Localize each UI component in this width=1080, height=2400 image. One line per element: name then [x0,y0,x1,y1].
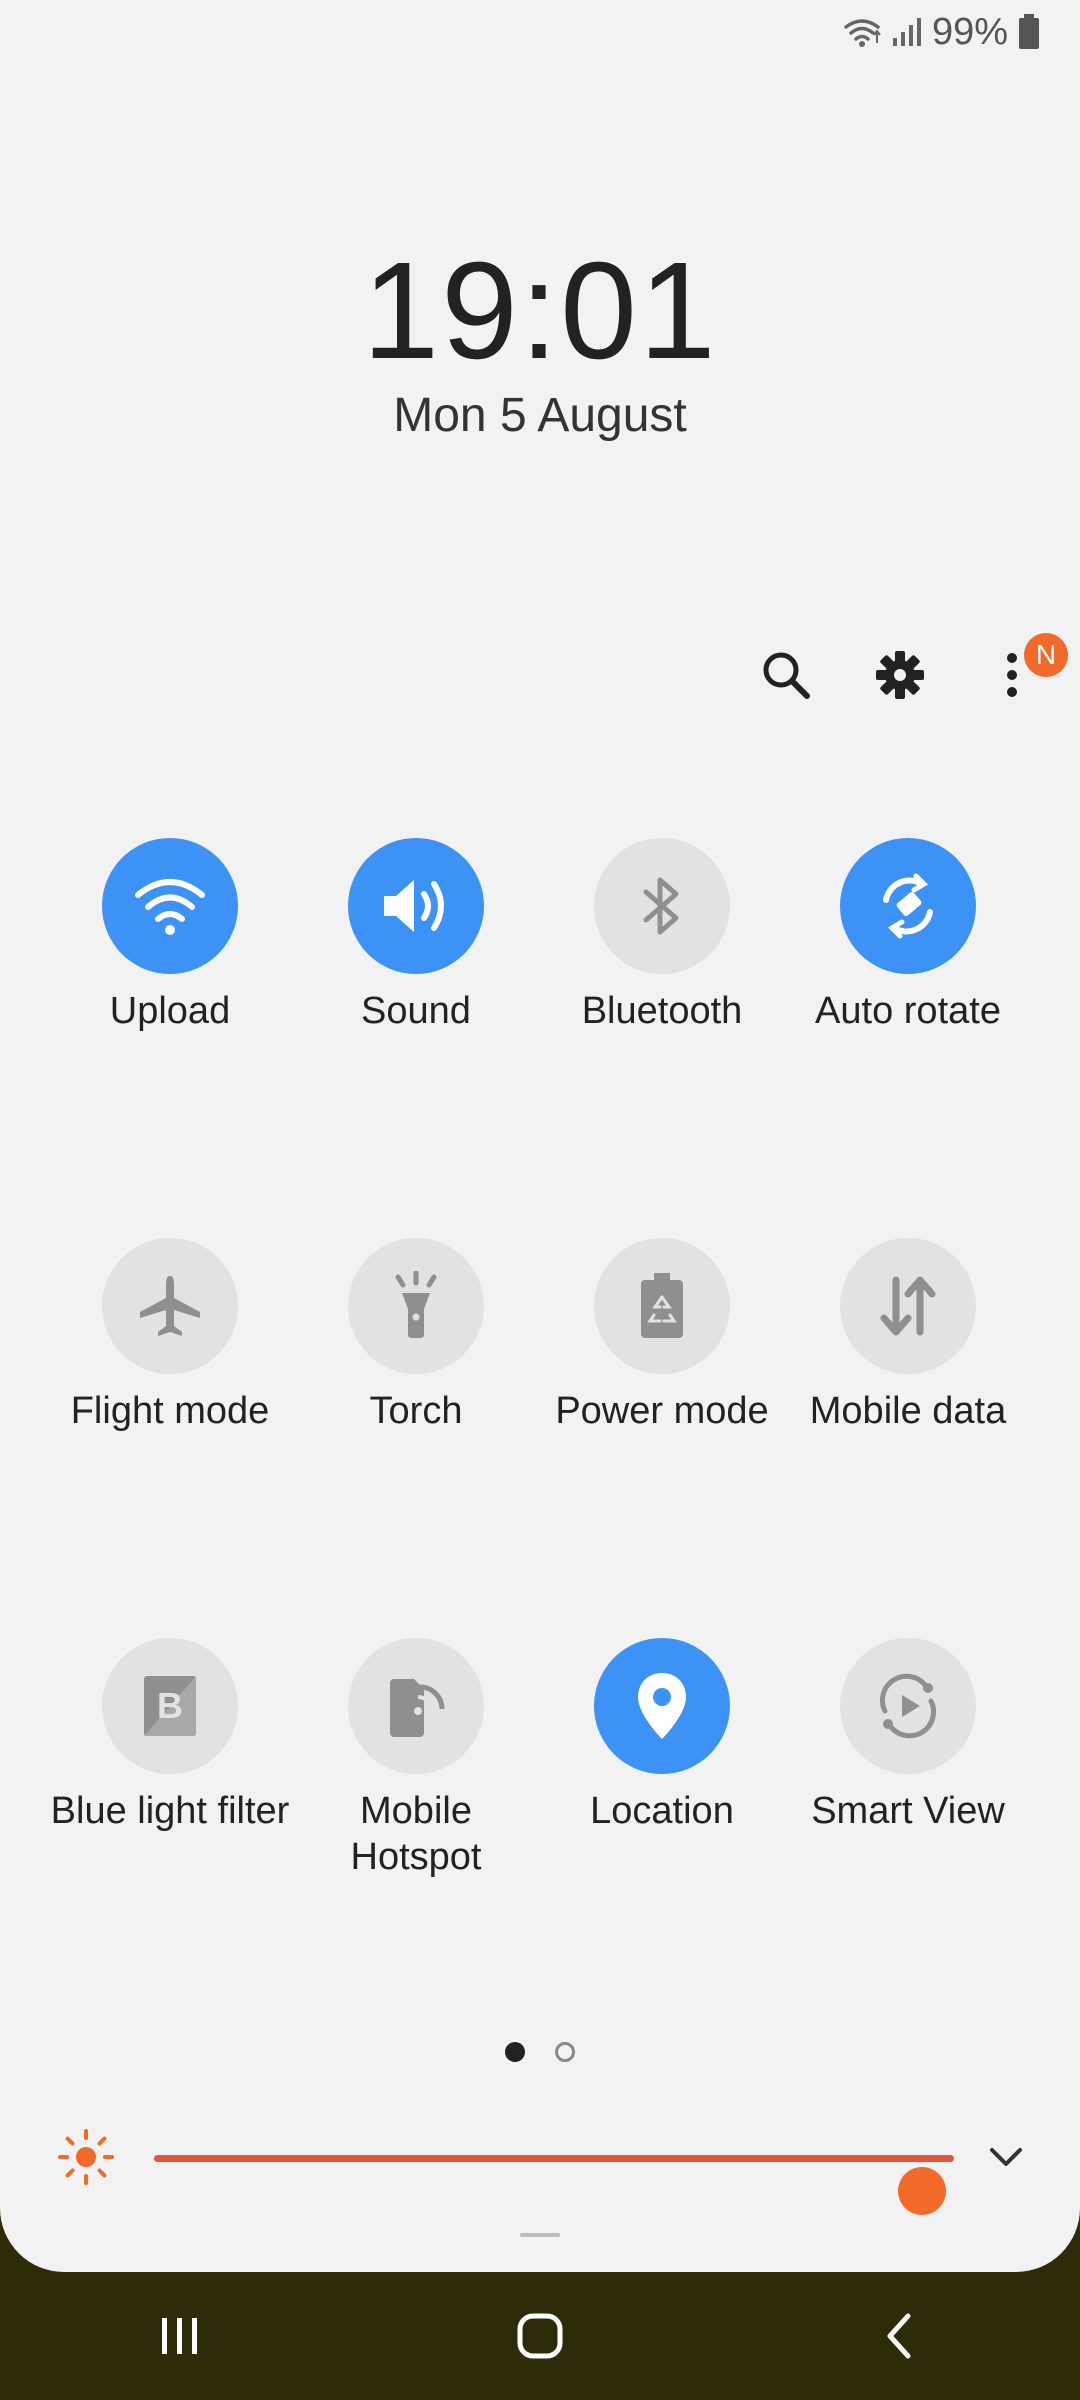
signal-icon [892,16,922,48]
page-dot-2[interactable] [555,2042,575,2062]
brightness-sun-icon [58,2129,114,2185]
tile-bluetooth[interactable]: Bluetooth [539,838,785,1238]
settings-button[interactable] [870,645,930,705]
tile-label: Bluetooth [581,990,743,1032]
tile-flight-mode-toggle[interactable] [102,1238,238,1374]
home-icon [517,2313,563,2359]
status-bar: 99% [842,8,1040,56]
brightness-control [56,2122,1026,2215]
quick-panel: 99% 19:01 Mon 5 August N Upload Sound Bl… [0,0,1080,2272]
tile-label: Sound [361,990,471,1032]
battery-percent: 99% [931,10,1008,53]
back-button[interactable] [840,2286,960,2386]
tile-auto-rotate-toggle[interactable] [840,838,976,974]
home-button[interactable] [480,2286,600,2386]
tile-mobile-hotspot[interactable]: Mobile Hotspot [293,1638,539,2038]
tile-label: Smart View [811,1790,1005,1832]
more-vertical-icon [1007,653,1017,697]
tile-mobile-data-toggle[interactable] [840,1238,976,1374]
tile-upload-toggle[interactable] [102,838,238,974]
back-icon [887,2313,911,2359]
notification-badge: N [1024,633,1068,677]
tile-power-mode-toggle[interactable] [594,1238,730,1374]
tile-torch[interactable]: Torch [293,1238,539,1638]
tile-location[interactable]: Location [539,1638,785,2038]
tile-mobile-hotspot-toggle[interactable] [348,1638,484,1774]
tile-torch-toggle[interactable] [348,1238,484,1374]
svg-text:B: B [157,1685,183,1726]
tile-label: Mobile data [809,1390,1007,1432]
tile-label: Power mode [555,1390,769,1432]
quick-settings-grid: Upload Sound Bluetooth Auto rotate Fligh… [0,838,1080,2038]
recents-button[interactable] [120,2286,240,2386]
bluetooth-icon [643,877,679,935]
tile-label: Auto rotate [815,990,1001,1032]
tile-smart-view-toggle[interactable] [840,1638,976,1774]
page-indicator [0,2042,1080,2062]
page-dot-1[interactable] [505,2042,525,2062]
location-icon [638,1673,686,1739]
clock-time: 19:01 [362,234,718,388]
torch-icon [395,1271,437,1338]
chevron-down-icon [990,2148,1022,2166]
tile-blue-light-filter[interactable]: B Blue light filter [47,1638,293,2038]
navigation-bar [0,2272,1080,2400]
brightness-slider-thumb[interactable] [898,2167,946,2215]
tile-label: Flight mode [70,1390,270,1432]
wifi-status-icon [842,15,882,49]
search-icon [763,652,810,699]
auto-rotate-icon [883,873,933,939]
tile-label: Mobile Hotspot [350,1790,482,1878]
tile-label: Blue light filter [50,1790,290,1832]
gear-icon [876,651,924,699]
tile-sound-toggle[interactable] [348,838,484,974]
smart-view-icon [879,1673,937,1739]
tile-label: Location [590,1790,734,1832]
mobile-data-icon [880,1276,936,1336]
tile-auto-rotate[interactable]: Auto rotate [785,838,1031,1238]
recents-icon [162,2318,197,2354]
tile-location-toggle[interactable] [594,1638,730,1774]
tile-power-mode[interactable]: Power mode [539,1238,785,1638]
sound-icon [384,880,444,932]
panel-drag-handle[interactable] [520,2233,560,2237]
blue-light-filter-icon: B [144,1676,196,1736]
tile-label: Upload [109,990,231,1032]
search-button[interactable] [756,645,816,705]
clock-date: Mon 5 August [393,389,687,442]
expand-button[interactable] [986,2136,1026,2181]
brightness-slider[interactable] [154,2155,954,2215]
tile-label: Torch [369,1390,463,1432]
wifi-icon [135,879,205,935]
hotspot-icon [390,1679,445,1737]
top-actions: N [756,633,1068,710]
tile-sound[interactable]: Sound [293,838,539,1238]
tile-mobile-data[interactable]: Mobile data [785,1238,1031,1638]
tile-smart-view[interactable]: Smart View [785,1638,1031,2038]
airplane-icon [140,1276,200,1336]
tile-flight-mode[interactable]: Flight mode [47,1238,293,1638]
power-mode-icon [641,1273,683,1338]
more-options-button[interactable]: N [984,633,1068,705]
tile-blue-light-filter-toggle[interactable]: B [102,1638,238,1774]
battery-icon [1018,14,1040,50]
tile-upload[interactable]: Upload [47,838,293,1238]
tile-bluetooth-toggle[interactable] [594,838,730,974]
